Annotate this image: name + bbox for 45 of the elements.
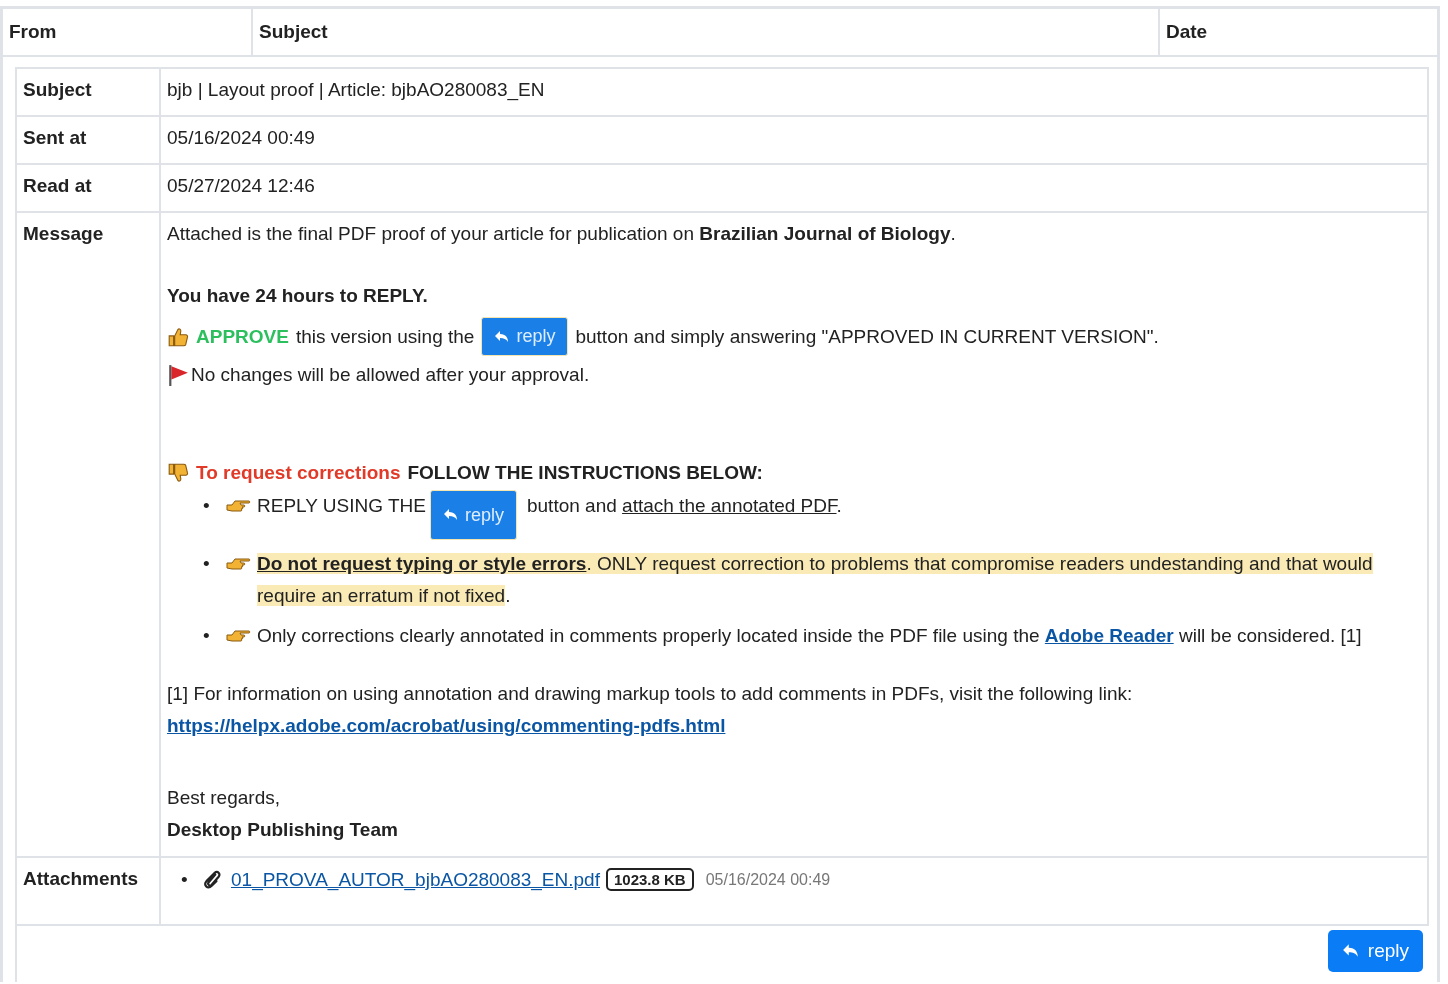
field-label: Subject [23,79,92,100]
field-label: Sent at [23,127,87,148]
approve-label: APPROVE [196,325,289,348]
file-size-badge: 1023.8 KB [605,868,694,891]
thumbs-up-icon [167,325,189,348]
attachment-link[interactable]: 01_PROVA_AUTOR_bjbAO280083_EN.pdf [231,868,600,891]
reply-arrow-icon [442,508,459,522]
column-header[interactable]: Subject [253,9,1160,55]
field-label: Message [23,223,104,244]
thumbs-down-icon [167,462,189,484]
corrections-label: To request corrections [196,462,401,484]
field-value: 05/27/2024 12:46 [167,175,315,196]
reply-button[interactable]: reply [1327,930,1423,972]
warning-link[interactable]: Do not request typing or style errors [257,553,587,574]
flag-icon [167,364,189,386]
message-text: button and attach the annotated PDF. [526,494,842,518]
bullet: • [203,494,211,518]
message-text: REPLY USING THE [257,494,426,518]
field-value: 05/16/2024 00:49 [167,127,315,148]
reply-arrow-icon [1341,943,1360,959]
message-heading: You have 24 hours to REPLY. [167,285,429,307]
signature-text: Desktop Publishing Team [167,818,399,842]
message-text: Only corrections clearly annotated in comments properly located inside the PDF file using the Adobe Reader will be considered. [1] [257,624,1362,648]
field-value: bjb | Layout proof | Article: bjbAO280083_EN [167,79,545,100]
help-link[interactable]: https://helpx.adobe.com/acrobat/using/commenting-pdfs.html [167,715,726,736]
message-text: button and simply answering "APPROVED IN CURRENT VERSION". [575,325,1159,348]
bullet: • [203,552,211,576]
reply-arrow-icon [494,329,511,344]
column-header[interactable]: From [3,9,253,55]
message-text: this version using the [295,325,475,348]
column-header[interactable]: Date [1160,9,1437,55]
message-paragraph: Attached is the final PDF proof of your article for publication on Brazilian Journal of Biology. [167,223,957,245]
attach-link[interactable]: attach the annotated PDF [622,495,837,516]
adobe-reader-link[interactable]: Adobe Reader [1044,625,1174,646]
instructions-heading: FOLLOW THE INSTRUCTIONS BELOW: [407,462,763,484]
message-text: No changes will be allowed after your approval. [191,364,590,386]
attachment-date: 05/16/2024 00:49 [705,870,831,889]
paperclip-icon [203,868,221,891]
closing-text: Best regards, [167,786,281,810]
footnote-text: [1] For information on using annotation and drawing markup tools to add comments in PDFs, visit the following link: [167,682,1134,706]
bullet: • [181,868,189,891]
bullet: • [203,624,211,648]
message-text: Do not request typing or style errors. ONLY request correction to problems that compromise readers undestanding and that would require an erratum if not fixed. [257,552,1374,608]
field-label: Attachments [23,868,139,889]
field-label: Read at [23,175,92,196]
